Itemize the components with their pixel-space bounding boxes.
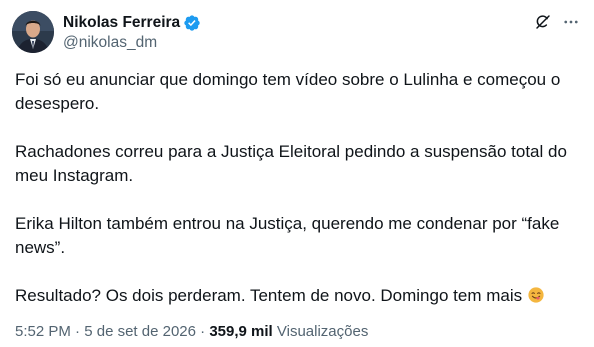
meta-separator: · — [200, 323, 206, 340]
verified-badge-icon — [183, 14, 201, 32]
author-handle[interactable]: @nikolas_dm — [63, 33, 201, 53]
header-actions — [532, 13, 582, 35]
avatar-image — [12, 11, 54, 53]
more-icon — [562, 13, 580, 36]
tweet-time: 5:52 PM — [15, 323, 71, 340]
author-display-name[interactable]: Nikolas Ferreira — [63, 14, 180, 32]
author-names: Nikolas Ferreira @nikolas_dm — [63, 12, 201, 53]
meta-separator: · — [75, 323, 81, 340]
tweet-card: Nikolas Ferreira @nikolas_dm Foi só eu a… — [0, 0, 594, 347]
tweet-paragraph: Erika Hilton também entrou na Justiça, q… — [15, 214, 560, 257]
tweet-date: 5 de set de 2026 — [84, 323, 196, 340]
tweet-text: Foi só eu anunciar que domingo tem vídeo… — [15, 68, 585, 308]
tweet-paragraph: Rachadones correu para a Justiça Eleitor… — [15, 142, 567, 185]
more-options-button[interactable] — [560, 13, 582, 35]
grok-icon — [534, 13, 552, 36]
tweet-paragraph-text: Resultado? Os dois perderam. Tentem de n… — [15, 286, 523, 305]
tweet-timestamp[interactable]: 5:52 PM · 5 de set de 2026 — [15, 323, 196, 340]
tweet-paragraph-last: Resultado? Os dois perderam. Tentem de n… — [15, 284, 585, 308]
name-row: Nikolas Ferreira — [63, 12, 201, 33]
tweet-meta: 5:52 PM · 5 de set de 2026 · 359,9 mil V… — [15, 322, 368, 342]
tweet-paragraph: Foi só eu anunciar que domingo tem vídeo… — [15, 70, 561, 113]
views-label[interactable]: Visualizações — [277, 323, 368, 340]
grok-button[interactable] — [532, 13, 554, 35]
views-count: 359,9 mil — [209, 323, 273, 340]
avatar[interactable] — [12, 11, 54, 53]
tweet-header: Nikolas Ferreira @nikolas_dm — [12, 11, 582, 53]
yum-face-emoji-icon — [528, 286, 544, 303]
